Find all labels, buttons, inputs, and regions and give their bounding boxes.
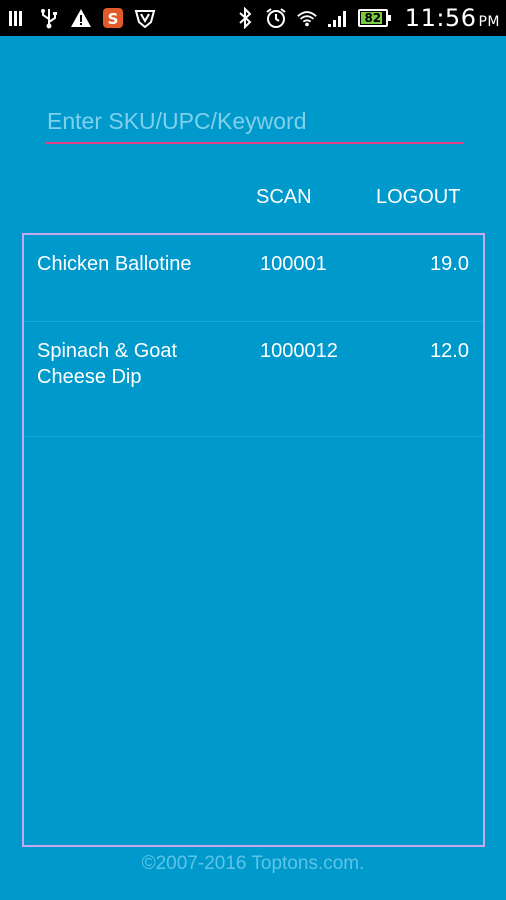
list-item[interactable]: Spinach & Goat Cheese Dip 1000012 12.0 [24,322,483,437]
product-sku: 1000012 [260,340,338,362]
search-input[interactable] [45,100,463,144]
sms-app-icon: S [102,7,124,29]
clock-time: 11:56 [404,4,477,32]
svg-text:S: S [108,10,119,28]
status-bar-notifications: S [6,7,156,29]
warning-icon [70,7,92,29]
product-sku: 100001 [260,253,327,275]
clock-ampm: PM [478,14,500,30]
product-list: Chicken Ballotine 100001 19.0 Spinach & … [22,233,485,847]
product-price: 12.0 [430,340,469,362]
battery-icon: 82 [357,9,391,27]
search-field-container [45,100,463,148]
copyright-footer: ©2007-2016 Toptons.com. [141,853,365,874]
product-name: Spinach & Goat Cheese Dip [37,340,178,388]
product-name: Chicken Ballotine [37,253,192,275]
status-clock: 11:56 PM [405,4,500,32]
battery-level-text: 82 [364,11,382,25]
list-item[interactable]: Chicken Ballotine 100001 19.0 [24,235,483,322]
shield-app-icon [134,7,156,29]
wifi-icon [296,7,318,29]
signal-bars-icon [6,7,28,29]
usb-icon [38,7,60,29]
logout-button[interactable]: LOGOUT [376,184,466,210]
alarm-icon [265,7,287,29]
scan-button[interactable]: SCAN [256,184,316,210]
bluetooth-icon [234,7,256,29]
status-bar-system: 82 11:56 PM [234,4,500,32]
status-bar: S 82 11:56 PM [0,0,506,36]
cell-signal-icon [327,7,349,29]
product-price: 19.0 [430,253,469,275]
